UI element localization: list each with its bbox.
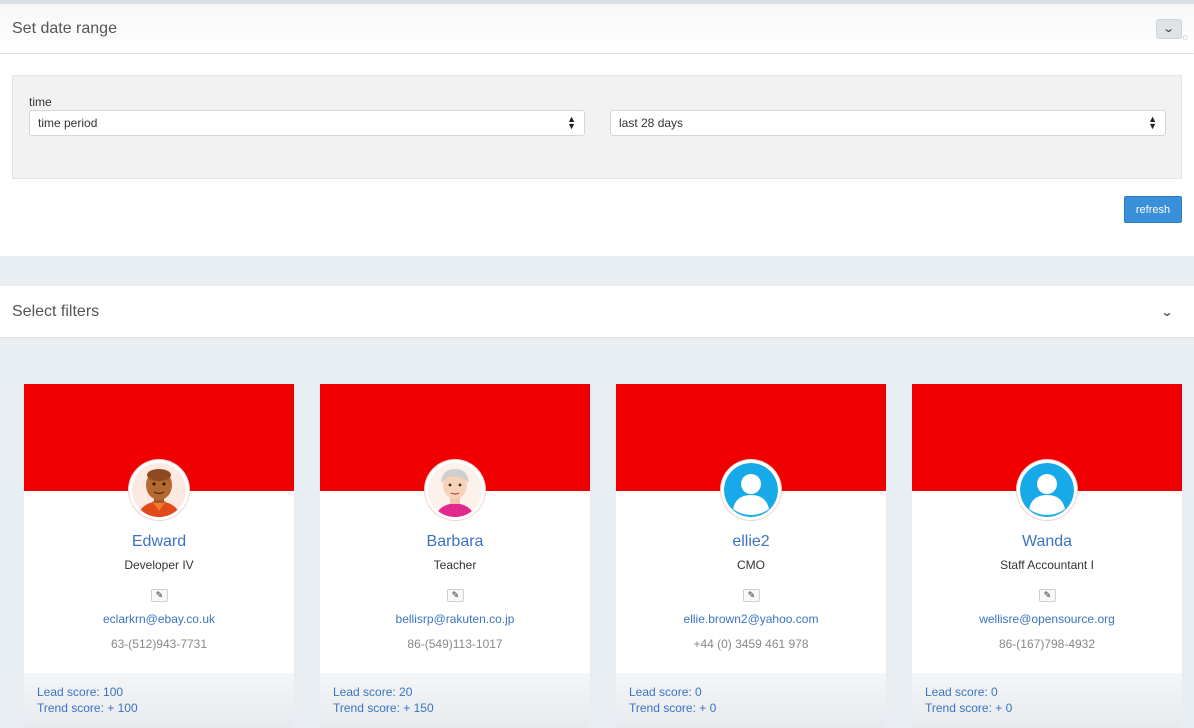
contact-phone: 86-(549)113-1017 [407, 637, 503, 651]
default-user-icon[interactable] [1017, 460, 1077, 520]
contact-card[interactable]: ellie2 CMO ✎ ellie.brown2@yahoo.com +44 … [616, 384, 886, 728]
contact-phone: 86-(167)798-4932 [998, 637, 1096, 651]
lead-score: Lead score: 20 [333, 685, 413, 699]
date-range-title: Set date range [12, 19, 117, 37]
lead-score: Lead score: 100 [37, 685, 124, 699]
pencil-icon[interactable]: ✎ [1039, 589, 1056, 602]
contact-name[interactable]: Edward [24, 533, 294, 551]
contact-card[interactable]: Wanda Staff Accountant I ✎ wellisre@open… [912, 384, 1182, 728]
pencil-icon[interactable]: ✎ [743, 589, 760, 602]
contact-card[interactable]: Edward Developer IV ✎ eclarkrn@ebay.co.u… [24, 384, 294, 728]
chevron-down-icon: ⌄ [1162, 23, 1176, 35]
contact-job-title: Teacher [433, 558, 477, 572]
contact-email[interactable]: eclarkrn@ebay.co.uk [24, 612, 294, 626]
date-range-select[interactable]: last 28 days ▲ ▼ [610, 110, 1166, 136]
select-filters-header[interactable]: Select filters ⌄ [0, 286, 1194, 338]
woman-avatar-icon[interactable] [425, 460, 485, 520]
select-arrows-icon: ▲ ▼ [1148, 114, 1157, 131]
select-filters-title: Select filters [12, 302, 100, 320]
contact-job-title: CMO [737, 558, 765, 572]
time-label: time [29, 95, 52, 109]
lead-score: Lead score: 0 [925, 685, 998, 699]
contact-phone: +44 (0) 3459 461 978 [693, 637, 809, 651]
card-footer: Lead score: 0 Trend score: + 0 [616, 673, 886, 728]
date-range-header[interactable]: Set date range ⌄ ◌ [0, 4, 1194, 54]
contact-job-title: Developer IV [124, 558, 194, 572]
trend-score: Trend score: + 150 [333, 701, 434, 715]
contact-email[interactable]: bellisrp@rakuten.co.jp [320, 612, 590, 626]
contact-name[interactable]: ellie2 [616, 533, 886, 551]
refresh-button[interactable]: refresh [1124, 196, 1182, 223]
contact-email[interactable]: wellisre@opensource.org [912, 612, 1182, 626]
date-range-value: last 28 days [619, 116, 684, 130]
select-arrows-icon: ▲ ▼ [567, 114, 576, 131]
date-range-panel: Set date range ⌄ ◌ time time period ▲ ▼ l… [0, 4, 1194, 256]
chevron-down-icon[interactable]: ⌄ [1160, 305, 1173, 319]
time-period-select[interactable]: time period ▲ ▼ [29, 110, 585, 136]
time-period-value: time period [38, 116, 98, 130]
contact-email[interactable]: ellie.brown2@yahoo.com [616, 612, 886, 626]
contact-name[interactable]: Wanda [912, 533, 1182, 551]
time-filter-box: time time period ▲ ▼ last 28 days ▲ ▼ [12, 75, 1182, 179]
card-footer: Lead score: 100 Trend score: + 100 [24, 673, 294, 728]
trend-score: Trend score: + 100 [37, 701, 138, 715]
lead-score: Lead score: 0 [629, 685, 702, 699]
pencil-icon[interactable]: ✎ [447, 589, 464, 602]
trend-score: Trend score: + 0 [925, 701, 1013, 715]
man-avatar-icon[interactable] [129, 460, 189, 520]
default-user-icon[interactable] [721, 460, 781, 520]
pencil-icon[interactable]: ✎ [151, 589, 168, 602]
contact-job-title: Staff Accountant I [1000, 558, 1094, 572]
trend-score: Trend score: + 0 [629, 701, 717, 715]
contact-name[interactable]: Barbara [320, 533, 590, 551]
contact-card[interactable]: Barbara Teacher ✎ bellisrp@rakuten.co.jp… [320, 384, 590, 728]
cursor-icon: ◌ [1182, 31, 1188, 42]
contact-phone: 63-(512)943-7731 [110, 637, 208, 651]
card-footer: Lead score: 20 Trend score: + 150 [320, 673, 590, 728]
collapse-toggle-button[interactable]: ⌄ ◌ [1156, 18, 1188, 42]
card-footer: Lead score: 0 Trend score: + 0 [912, 673, 1182, 728]
